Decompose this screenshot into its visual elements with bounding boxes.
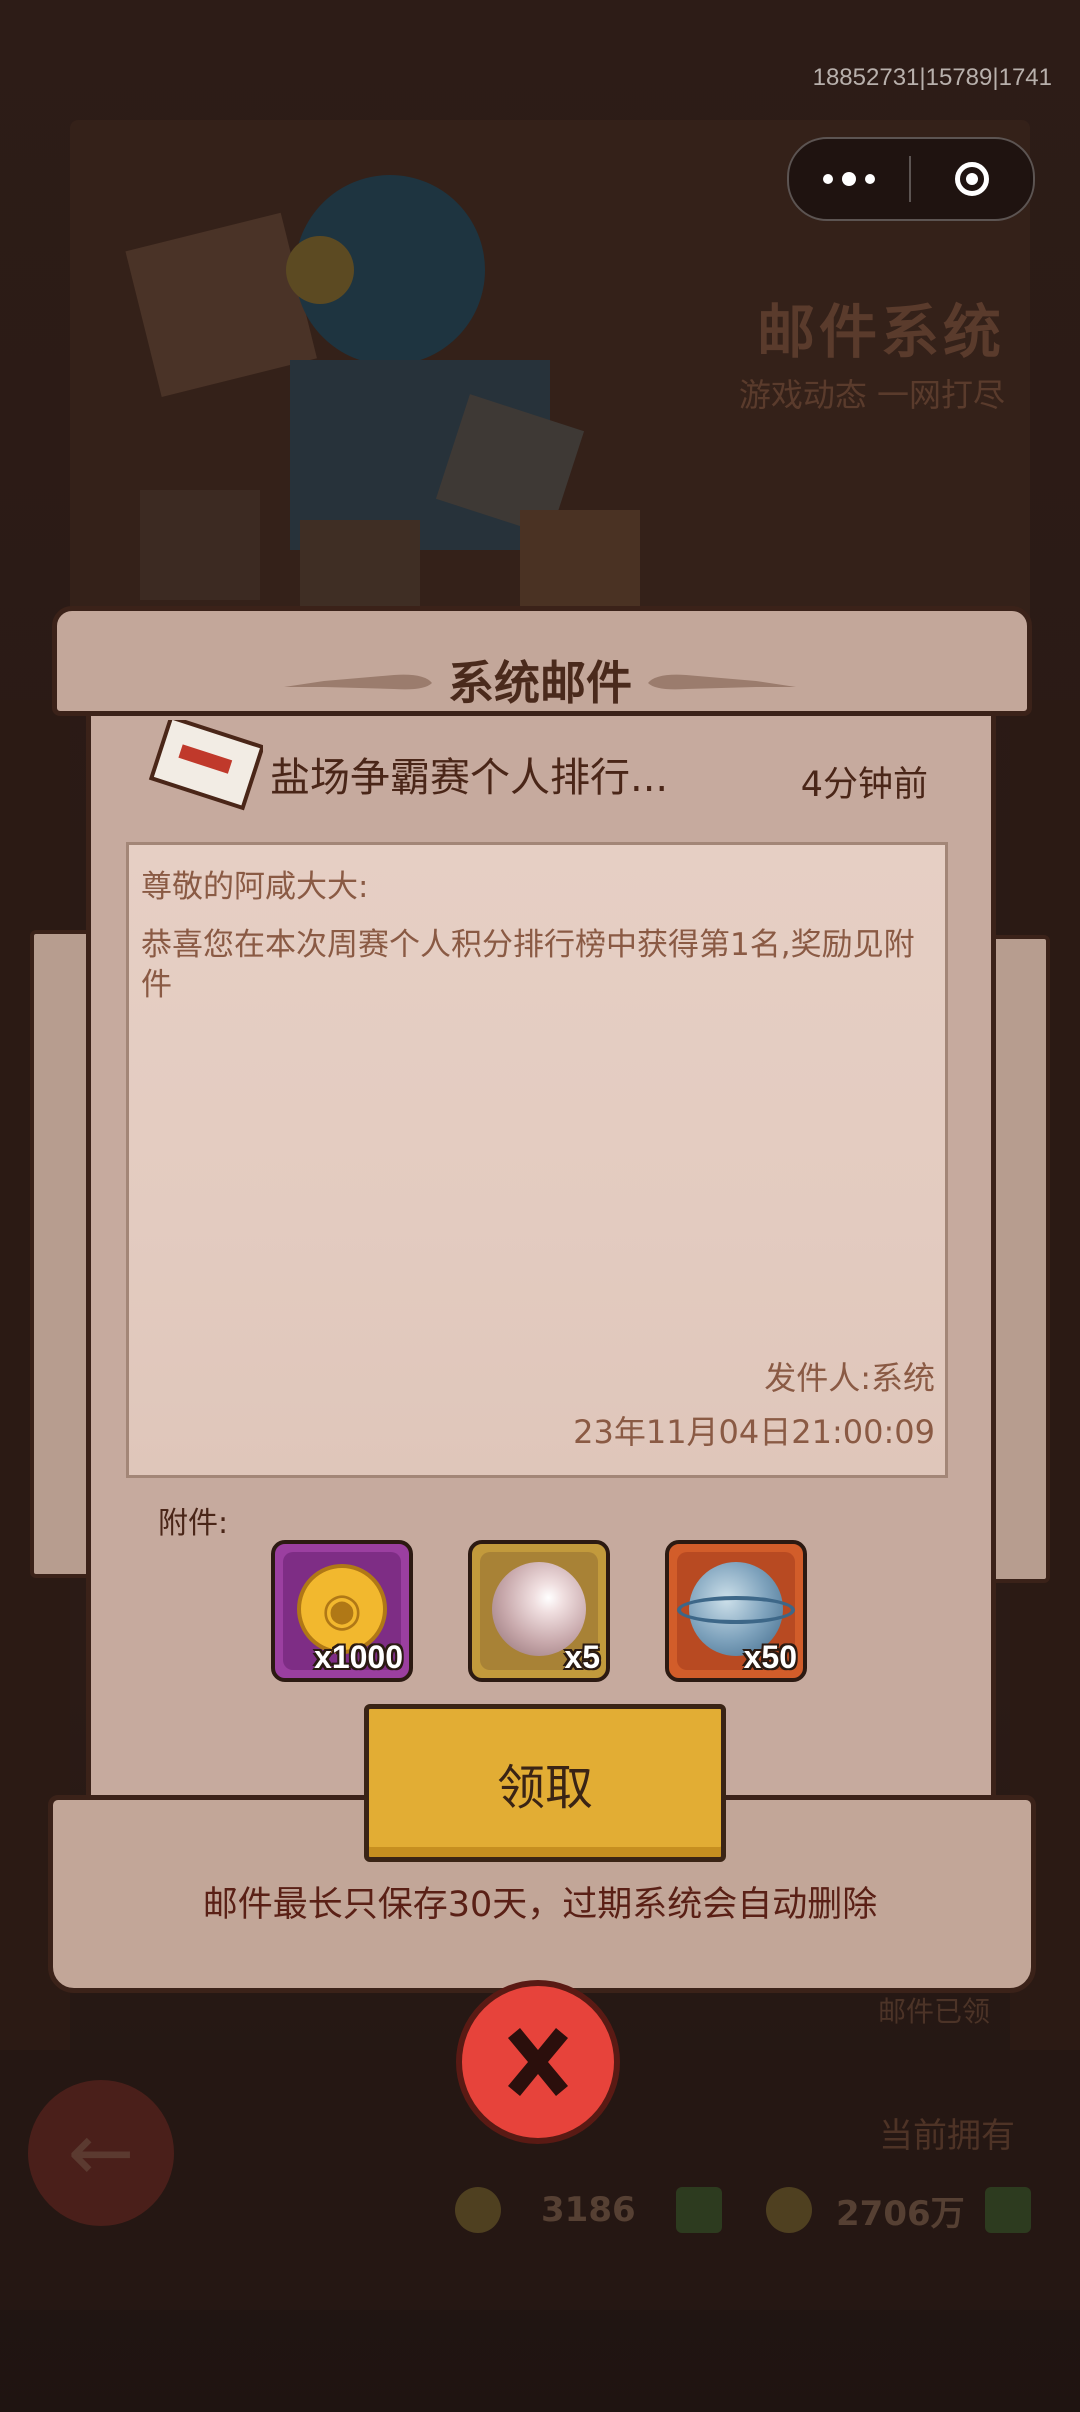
mini-program-capsule <box>787 137 1035 221</box>
fish-ornament-icon <box>648 674 796 690</box>
coin-icon <box>766 2187 812 2233</box>
mail-content-panel[interactable]: 尊敬的阿咸大大: 恭喜您在本次周赛个人积分排行榜中获得第1名,奖励见附件 发件人… <box>126 842 948 1478</box>
attachment-quantity: x1000 <box>314 1639 403 1675</box>
mail-sender: 发件人:系统 <box>764 1359 935 1397</box>
mail-body: 恭喜您在本次周赛个人积分排行榜中获得第1名,奖励见附件 <box>141 927 915 1003</box>
attachment-quantity: x50 <box>743 1639 797 1675</box>
back-arrow-icon: ← <box>28 2080 174 2226</box>
attachment-pearl[interactable]: x5 <box>468 1540 610 1682</box>
attachment-fish-coin[interactable]: ◉ x1000 <box>271 1540 413 1682</box>
more-dots-icon[interactable] <box>789 139 909 219</box>
mail-greeting: 尊敬的阿咸大大: <box>141 869 369 905</box>
mail-sent-time: 23年11月04日21:00:09 <box>573 1413 935 1451</box>
dialog-header: 系统邮件 <box>240 640 840 720</box>
currency-bone: 3186 <box>455 2180 722 2240</box>
close-button[interactable] <box>456 1980 620 2144</box>
orb-ring <box>677 1596 795 1624</box>
attachments-label: 附件: <box>158 1506 229 1541</box>
currency-bone-value: 3186 <box>541 2190 636 2230</box>
mail-courier-illustration <box>125 175 640 610</box>
bone-icon <box>455 2187 501 2233</box>
debug-id: 18852731|15789|1741 <box>812 64 1052 91</box>
attachment-orb[interactable]: x50 <box>665 1540 807 1682</box>
fish-ornament-icon <box>284 674 432 690</box>
mail-received-time: 4分钟前 <box>800 765 928 805</box>
claim-button[interactable]: 领取 <box>364 1704 726 1862</box>
attachment-quantity: x5 <box>564 1639 600 1675</box>
close-icon <box>508 2028 568 2096</box>
background-subtitle: 游戏动态 一网打尽 <box>738 376 1005 414</box>
envelope-icon <box>148 720 263 811</box>
plus-icon <box>675 2187 722 2233</box>
background-expired-label: 邮件已领 <box>877 1995 990 2028</box>
retention-notice: 邮件最长只保存30天，过期系统会自动删除 <box>202 1885 878 1925</box>
mail-subject: 盐场争霸赛个人排行... <box>270 755 669 801</box>
currency-coin-value: 2706万 <box>836 2193 965 2234</box>
plus-icon <box>984 2187 1031 2233</box>
background-title: 邮件系统 <box>756 298 1005 366</box>
target-circle-icon[interactable] <box>911 139 1033 219</box>
dialog-title: 系统邮件 <box>448 656 632 710</box>
owned-label: 当前拥有 <box>879 2116 1015 2156</box>
currency-coin: 2706万 <box>766 2180 1031 2240</box>
